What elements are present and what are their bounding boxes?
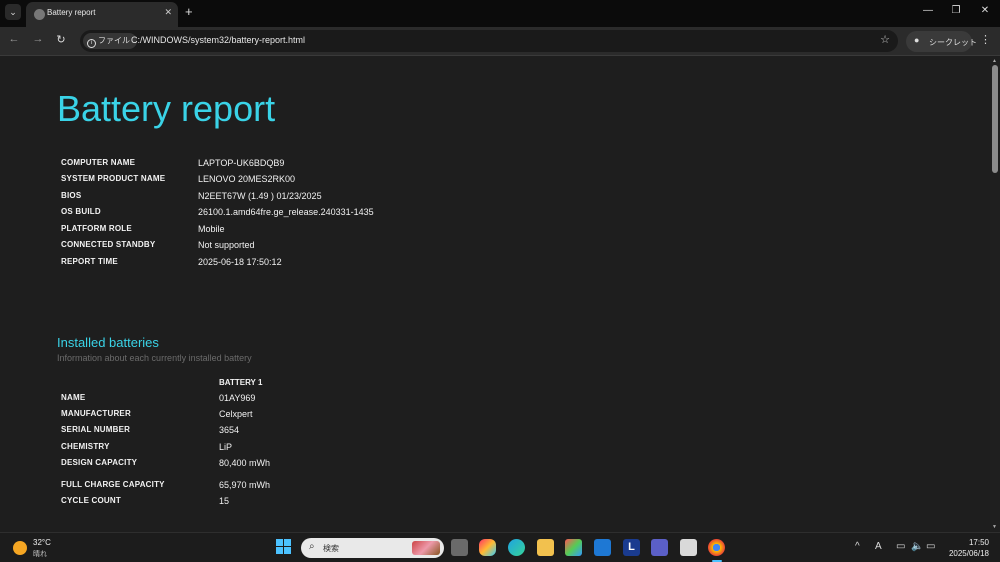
back-arrow-icon[interactable]: ← <box>6 33 22 45</box>
close-icon[interactable]: ✕ <box>164 7 172 18</box>
info-value: 01AY969 <box>219 393 256 403</box>
chevron-up-icon[interactable]: ^ <box>855 541 860 552</box>
info-key: DESIGN CAPACITY <box>61 458 138 467</box>
info-key: NAME <box>61 393 86 402</box>
info-value: N2EET67W (1.49 ) 01/23/2025 <box>198 191 322 201</box>
copilot-icon[interactable] <box>479 539 496 556</box>
tab-strip: ⌄ Battery report ✕ + — ❐ ✕ <box>0 0 1000 27</box>
search-label: 検索 <box>323 544 339 553</box>
incognito-button[interactable]: ● シークレット <box>906 31 977 52</box>
chip-label: ファイル <box>98 36 130 45</box>
kebab-menu-icon[interactable]: ⋮ <box>980 33 991 46</box>
weather-temperature[interactable]: 32°C <box>33 538 51 547</box>
outlook-icon[interactable] <box>594 539 611 556</box>
search-highlight-image <box>412 541 440 555</box>
info-key: FULL CHARGE CAPACITY <box>61 480 165 489</box>
pen-icon[interactable]: A <box>875 541 882 552</box>
incognito-label: シークレット <box>929 38 977 47</box>
teams-icon[interactable] <box>651 539 668 556</box>
info-key: COMPUTER NAME <box>61 158 136 167</box>
page-content: Battery report COMPUTER NAME LAPTOP-UK6BD… <box>0 57 990 531</box>
info-value: 80,400 mWh <box>219 458 271 468</box>
bookmark-star-icon[interactable]: ☆ <box>880 33 890 46</box>
scroll-thumb[interactable] <box>992 65 998 173</box>
search-icon: ⌕ <box>309 541 315 552</box>
info-value: LENOVO 20MES2RK00 <box>198 174 296 184</box>
info-value: 65,970 mWh <box>219 480 271 490</box>
installed-batteries-heading: Installed batteries <box>57 335 159 350</box>
info-key: SERIAL NUMBER <box>61 425 131 434</box>
task-view-icon[interactable] <box>451 539 468 556</box>
weather-condition[interactable]: 晴れ <box>33 549 47 559</box>
globe-icon <box>34 9 45 20</box>
tab-title: Battery report <box>47 8 96 17</box>
url-text[interactable]: C:/WINDOWS/system32/battery-report.html <box>131 35 305 45</box>
tab-battery-report[interactable]: Battery report ✕ <box>26 2 178 27</box>
file-explorer-icon[interactable] <box>537 539 554 556</box>
info-icon: i <box>87 39 96 48</box>
info-value: LAPTOP-UK6BDQB9 <box>198 158 285 168</box>
info-value: 3654 <box>219 425 240 435</box>
info-value: 2025-06-18 17:50:12 <box>198 257 282 267</box>
sun-icon[interactable] <box>13 541 27 555</box>
snipping-tool-icon[interactable] <box>680 539 697 556</box>
info-key: CONNECTED STANDBY <box>61 240 156 249</box>
incognito-icon: ● <box>914 35 920 45</box>
page-title: Battery report <box>57 88 276 129</box>
minimize-icon[interactable]: — <box>918 5 938 16</box>
info-key: SYSTEM PRODUCT NAME <box>61 174 166 183</box>
info-key: PLATFORM ROLE <box>61 224 132 233</box>
battery-icon[interactable]: ▭ <box>926 541 935 552</box>
info-value: 26100.1.amd64fre.ge_release.240331-1435 <box>198 207 374 217</box>
file-info-chip[interactable]: i ファイル <box>83 33 137 49</box>
scroll-up-icon[interactable]: ▲ <box>992 58 997 64</box>
info-key: MANUFACTURER <box>61 409 131 418</box>
forward-arrow-icon[interactable]: → <box>30 33 46 45</box>
windows-start-icon[interactable] <box>276 539 293 556</box>
info-key: CYCLE COUNT <box>61 496 121 505</box>
edge-icon[interactable] <box>508 539 525 556</box>
clock-date[interactable]: 2025/06/18 <box>943 549 989 558</box>
clock-time[interactable]: 17:50 <box>955 538 989 547</box>
restore-icon[interactable]: ❐ <box>946 5 966 16</box>
installed-batteries-subtitle: Information about each currently install… <box>57 353 252 363</box>
volume-icon[interactable]: 🔈 <box>911 541 923 552</box>
info-key: OS BUILD <box>61 207 101 216</box>
taskbar-search-box[interactable]: ⌕ 検索 <box>301 538 444 558</box>
info-key: CHEMISTRY <box>61 442 110 451</box>
new-tab-plus-icon[interactable]: + <box>185 4 193 19</box>
scroll-down-icon[interactable]: ▼ <box>992 524 997 530</box>
lenovo-vantage-icon[interactable]: L <box>623 539 640 556</box>
chrome-icon[interactable] <box>708 539 725 556</box>
browser-toolbar: ← → ↻ i ファイル C:/WINDOWS/system32/battery-… <box>0 27 1000 56</box>
window-close-icon[interactable]: ✕ <box>975 5 995 16</box>
info-key: BIOS <box>61 191 82 200</box>
info-value: 15 <box>219 496 230 506</box>
info-value: Not supported <box>198 240 255 250</box>
info-key: REPORT TIME <box>61 257 118 266</box>
address-bar[interactable]: i ファイル C:/WINDOWS/system32/battery-report… <box>80 30 898 52</box>
info-value: Mobile <box>198 224 225 234</box>
info-value: Celxpert <box>219 409 253 419</box>
info-value: LiP <box>219 442 233 452</box>
microsoft-store-icon[interactable] <box>565 539 582 556</box>
tab-search-chevron-icon[interactable]: ⌄ <box>5 4 21 20</box>
reload-icon[interactable]: ↻ <box>53 33 69 46</box>
vertical-scrollbar[interactable]: ▲ ▼ <box>990 57 1000 531</box>
display-icon[interactable]: ▭ <box>896 541 905 552</box>
taskbar: 32°C 晴れ ⌕ 検索 L ^ A ▭ 🔈 ▭ 17:50 2025/06/1… <box>0 532 1000 562</box>
battery-column-header: BATTERY 1 <box>219 378 263 387</box>
